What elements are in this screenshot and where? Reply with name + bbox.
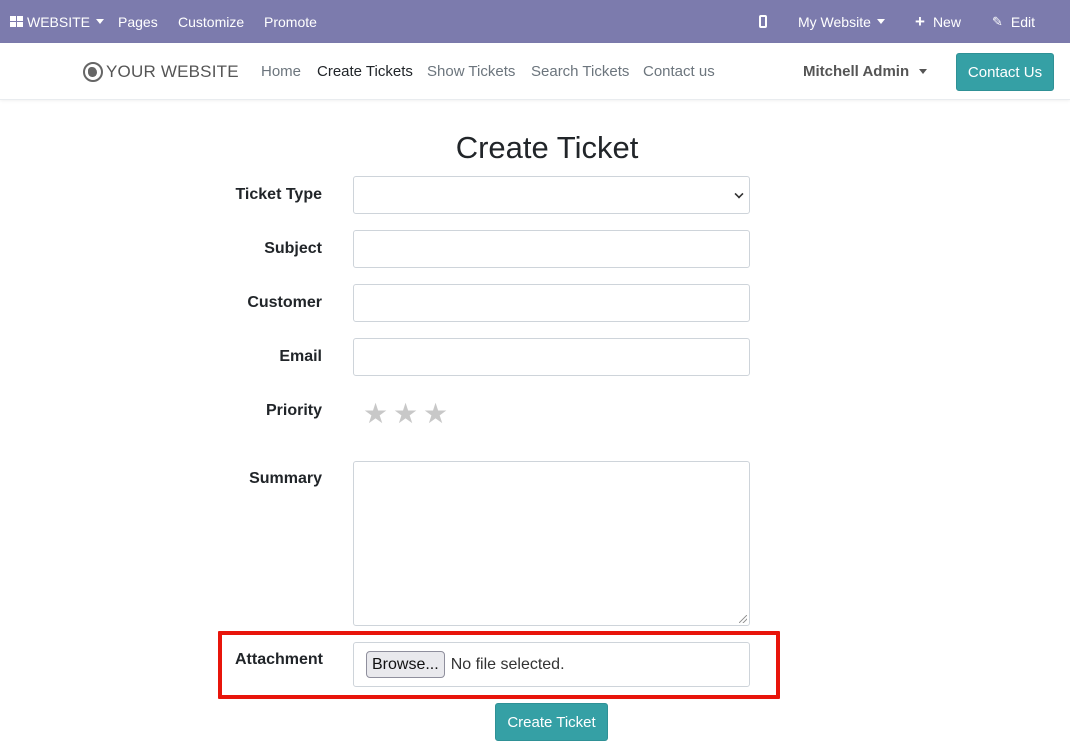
email-label: Email — [279, 348, 322, 365]
caret-down-icon — [876, 19, 885, 24]
subject-label: Subject — [264, 240, 322, 257]
website-menu[interactable]: WEBSITE — [10, 0, 105, 43]
browse-button[interactable]: Browse... — [366, 651, 445, 678]
attachment-label: Attachment — [234, 651, 323, 668]
mobile-icon — [759, 15, 767, 28]
nav-search-tickets[interactable]: Search Tickets — [531, 43, 629, 100]
file-status-text: No file selected. — [450, 655, 565, 673]
email-input[interactable] — [353, 338, 750, 376]
apps-grid-icon — [10, 16, 23, 27]
resize-handle-icon[interactable] — [739, 615, 747, 623]
pages-label: Pages — [118, 13, 158, 30]
site-header: YOUR WEBSITE Home Create Tickets Show Ti… — [0, 43, 1070, 100]
subject-input[interactable] — [353, 230, 750, 268]
contact-us-button[interactable]: Contact Us — [956, 53, 1054, 91]
ticket-type-label: Ticket Type — [235, 186, 322, 203]
pencil-icon: ✎ — [992, 13, 1003, 29]
website-menu-label: WEBSITE — [27, 13, 91, 30]
page-title: Create Ticket — [455, 130, 639, 165]
pages-menu[interactable]: Pages — [118, 0, 158, 43]
priority-rating[interactable]: ★ ★ ★ — [363, 398, 453, 430]
edit-button[interactable]: ✎ Edit — [992, 0, 1035, 43]
chevron-down-icon — [734, 189, 744, 199]
customer-input[interactable] — [353, 284, 750, 322]
customer-label: Customer — [247, 294, 322, 311]
my-website-menu[interactable]: My Website — [798, 0, 885, 43]
my-website-label: My Website — [798, 13, 871, 30]
ticket-type-select[interactable] — [353, 176, 750, 214]
plus-icon: + — [915, 12, 925, 31]
logo-text: YOUR WEBSITE — [106, 62, 239, 81]
star-icon[interactable]: ★ — [423, 398, 453, 430]
new-label: New — [932, 13, 961, 30]
caret-down-icon — [919, 69, 928, 74]
summary-label: Summary — [249, 470, 322, 487]
promote-label: Promote — [264, 13, 317, 30]
nav-create-tickets[interactable]: Create Tickets — [317, 43, 413, 100]
customize-menu[interactable]: Customize — [178, 0, 244, 43]
new-button[interactable]: + New — [915, 0, 961, 43]
promote-menu[interactable]: Promote — [264, 0, 317, 43]
attachment-file-input[interactable]: Browse... No file selected. — [353, 642, 750, 687]
admin-bar: WEBSITE Pages Customize Promote My Websi… — [0, 0, 1070, 43]
nav-show-tickets[interactable]: Show Tickets — [427, 43, 515, 100]
nav-home[interactable]: Home — [261, 43, 301, 100]
create-ticket-button[interactable]: Create Ticket — [495, 703, 608, 741]
user-menu[interactable]: Mitchell Admin — [803, 43, 928, 100]
mobile-preview-button[interactable] — [759, 0, 767, 43]
user-name: Mitchell Admin — [803, 63, 910, 80]
site-logo[interactable]: YOUR WEBSITE — [83, 61, 239, 83]
star-icon[interactable]: ★ — [393, 398, 423, 430]
priority-label: Priority — [265, 402, 322, 419]
caret-down-icon — [96, 19, 105, 24]
edit-label: Edit — [1010, 13, 1036, 30]
nav-contact-us[interactable]: Contact us — [643, 43, 715, 100]
star-icon[interactable]: ★ — [363, 398, 393, 430]
summary-textarea[interactable] — [353, 461, 750, 626]
globe-icon — [83, 62, 103, 82]
customize-label: Customize — [178, 13, 245, 30]
